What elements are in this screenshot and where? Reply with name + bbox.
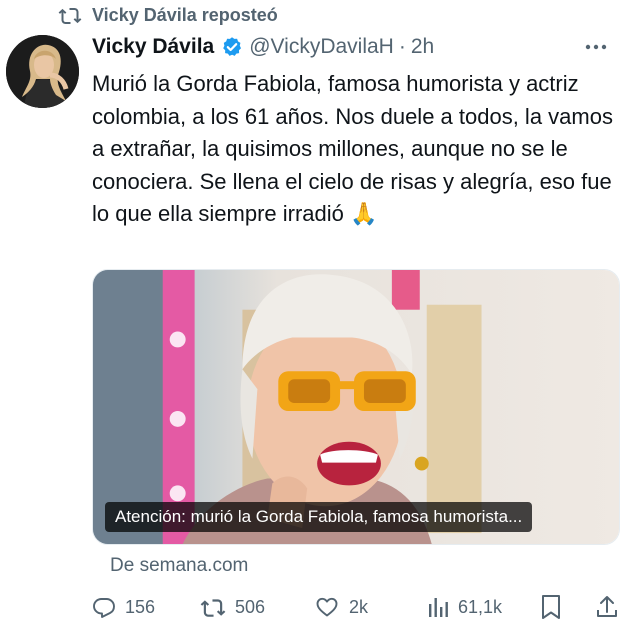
- reply-count: 156: [125, 596, 156, 617]
- avatar-image: [6, 35, 79, 108]
- share-icon: [597, 596, 617, 617]
- like-icon: [316, 597, 338, 617]
- views-button[interactable]: 61,1k: [427, 592, 502, 622]
- reply-button[interactable]: 156: [92, 592, 155, 622]
- avatar[interactable]: [6, 35, 79, 108]
- author-handle[interactable]: @VickyDavilaH: [249, 35, 394, 59]
- bookmark-icon: [542, 595, 560, 619]
- like-button[interactable]: 2k: [314, 592, 368, 622]
- card-source[interactable]: De semana.com: [110, 555, 248, 577]
- repost-count: 506: [235, 596, 266, 617]
- card-caption: Atención: murió la Gorda Fabiola, famosa…: [105, 502, 533, 532]
- repost-bar[interactable]: Vicky Dávila reposteó: [58, 4, 278, 26]
- author-name[interactable]: Vicky Dávila: [92, 35, 214, 59]
- repost-button[interactable]: 506: [200, 592, 265, 622]
- share-button[interactable]: [595, 592, 627, 622]
- tweet-header: Vicky Dávila @VickyDavilaH · 2h: [92, 32, 613, 62]
- bookmark-button[interactable]: [540, 592, 571, 622]
- repost-icon: [200, 599, 226, 617]
- tweet-text: Murió la Gorda Fabiola, famosa humorista…: [92, 71, 613, 227]
- media-card[interactable]: Atención: murió la Gorda Fabiola, famosa…: [92, 269, 620, 545]
- more-icon[interactable]: [583, 35, 609, 65]
- verified-badge-icon: [221, 36, 243, 58]
- separator-dot: ·: [398, 35, 406, 58]
- like-count: 2k: [349, 596, 369, 617]
- views-count: 61,1k: [458, 596, 503, 617]
- repost-icon: [58, 8, 82, 24]
- timestamp[interactable]: 2h: [411, 35, 434, 59]
- views-icon: [429, 598, 448, 617]
- action-bar: 156 506 2k 61,1k: [92, 592, 622, 622]
- repost-label: Vicky Dávila reposteó: [92, 4, 278, 25]
- reply-icon: [93, 598, 115, 618]
